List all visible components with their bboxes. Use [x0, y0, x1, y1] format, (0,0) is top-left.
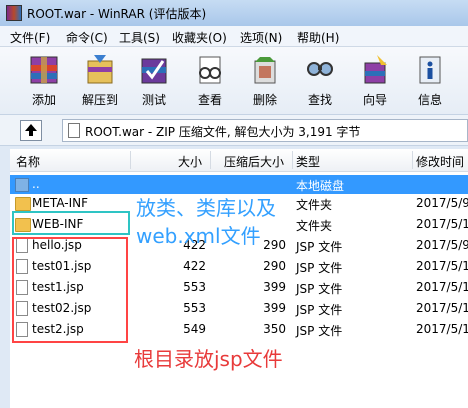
toolbar: 添加 解压到 测试 查看 删除 查找 向导 信息 [0, 47, 468, 115]
address-bar: ROOT.war - ZIP 压缩文件, 解包大小为 3,191 字节 [0, 115, 468, 146]
column-packed[interactable]: 压缩后大小 [224, 153, 284, 170]
menu-help[interactable]: 帮助(H) [297, 29, 339, 46]
title-bar: ROOT.war - WinRAR (评估版本) [0, 0, 468, 26]
column-modified[interactable]: 修改时间 [416, 153, 464, 170]
web-inf-highlight-box [12, 211, 130, 235]
up-arrow-icon [25, 124, 37, 131]
zip-file-icon [68, 123, 80, 138]
extract-to-icon [87, 55, 113, 84]
column-type[interactable]: 类型 [296, 153, 320, 170]
annotation-web-xml: web.xml文件 [136, 224, 261, 248]
menu-options[interactable]: 选项(N) [240, 29, 282, 46]
annotation-classes-libs: 放类、类库以及 [136, 196, 276, 220]
window-title: ROOT.war - WinRAR (评估版本) [27, 7, 207, 21]
up-one-level-button[interactable] [20, 120, 42, 141]
test-button[interactable]: 测试 [128, 51, 180, 111]
column-size[interactable]: 大小 [178, 153, 202, 170]
menu-bar: 文件(F) 命令(C) 工具(S) 收藏夹(O) 选项(N) 帮助(H) [0, 26, 468, 47]
delete-icon [254, 57, 276, 84]
menu-favorites[interactable]: 收藏夹(O) [172, 29, 227, 46]
menu-tools[interactable]: 工具(S) [119, 29, 160, 46]
info-button[interactable]: 信息 [404, 51, 456, 111]
column-name[interactable]: 名称 [16, 153, 40, 170]
winrar-app-icon [6, 5, 22, 21]
find-icon [307, 62, 333, 76]
folder-icon [15, 197, 31, 211]
archive-path-text: ROOT.war - ZIP 压缩文件, 解包大小为 3,191 字节 [85, 125, 361, 139]
wizard-icon [364, 55, 387, 84]
list-header: 名称 大小 压缩后大小 类型 修改时间 [10, 149, 468, 172]
jsp-files-highlight-box [12, 237, 128, 343]
view-icon [199, 56, 221, 84]
info-icon [419, 56, 441, 84]
menu-command[interactable]: 命令(C) [66, 29, 108, 46]
annotation-root-jsp: 根目录放jsp文件 [134, 347, 283, 371]
add-archive-icon [30, 56, 58, 84]
extract-to-button[interactable]: 解压到 [74, 51, 126, 111]
archive-path-field[interactable]: ROOT.war - ZIP 压缩文件, 解包大小为 3,191 字节 [62, 119, 468, 142]
find-button[interactable]: 查找 [294, 51, 346, 111]
test-icon [141, 58, 167, 84]
add-button[interactable]: 添加 [18, 51, 70, 111]
menu-file[interactable]: 文件(F) [10, 29, 50, 46]
delete-button[interactable]: 删除 [239, 51, 291, 111]
parent-folder-icon [15, 178, 29, 192]
view-button[interactable]: 查看 [184, 51, 236, 111]
wizard-button[interactable]: 向导 [349, 51, 401, 111]
